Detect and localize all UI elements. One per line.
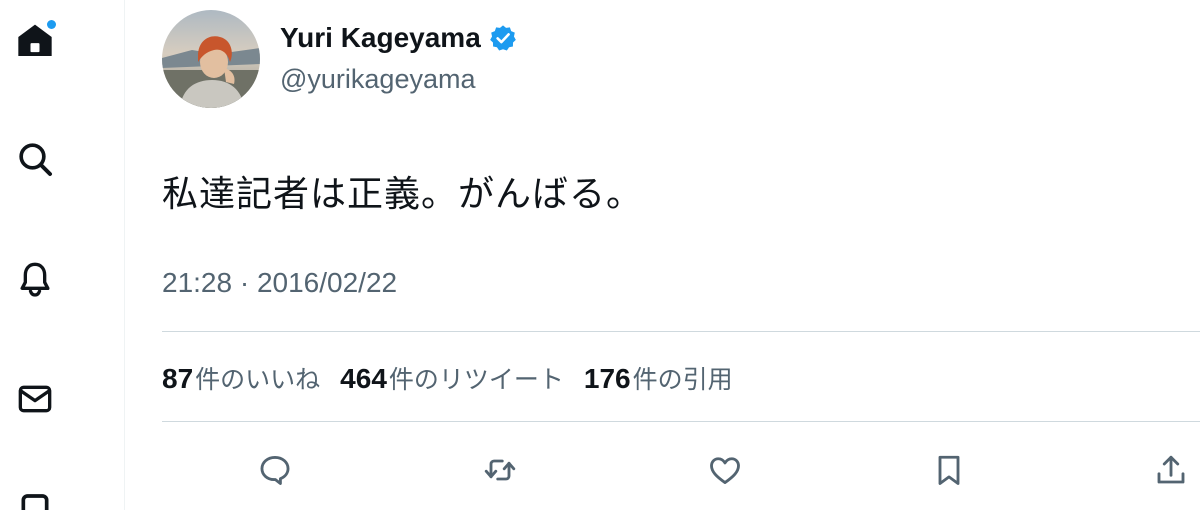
share-icon	[1157, 455, 1185, 484]
search-icon	[19, 143, 52, 176]
share-button[interactable]	[1147, 446, 1195, 494]
like-icon	[710, 457, 740, 485]
like-button[interactable]	[701, 446, 749, 494]
bookmark-icon	[938, 455, 960, 485]
bookmark-icon	[21, 494, 49, 510]
retweets-label: 件のリツイート	[388, 365, 564, 394]
bell-icon	[20, 262, 50, 297]
reply-button[interactable]	[251, 446, 299, 494]
divider	[162, 421, 1200, 422]
engagement-stats: 87 件のいいね 464 件のリツイート 176 件の引用	[162, 360, 753, 396]
reply-icon	[260, 455, 290, 485]
retweet-button[interactable]	[476, 446, 524, 494]
side-nav	[0, 0, 125, 510]
likes-count: 87	[162, 363, 194, 394]
quotes-count: 176	[583, 363, 631, 394]
tweet-detail: Yuri Kageyama @yurikageyama 私達記者は正義。がんばる…	[125, 0, 1200, 510]
tweet-actions	[125, 440, 1200, 500]
author-handle[interactable]: @yurikageyama	[280, 64, 476, 95]
likes-stat[interactable]: 87 件のいいね	[162, 360, 320, 396]
retweets-stat[interactable]: 464 件のリツイート	[340, 360, 564, 396]
avatar[interactable]	[162, 10, 260, 108]
tweet-timestamp[interactable]: 21:28 · 2016/02/22	[162, 267, 397, 299]
likes-label: 件のいいね	[195, 365, 321, 394]
avatar-image	[162, 10, 260, 108]
author-display-name[interactable]: Yuri Kageyama	[280, 22, 481, 54]
bookmark-button[interactable]	[925, 446, 973, 494]
nav-notifications[interactable]	[12, 256, 58, 302]
retweets-count: 464	[340, 363, 387, 394]
verified-badge-icon	[489, 25, 516, 51]
divider	[162, 331, 1200, 332]
mail-icon	[18, 385, 52, 413]
author-name-row: Yuri Kageyama	[280, 22, 517, 54]
notification-dot	[47, 20, 56, 29]
quotes-label: 件の引用	[632, 365, 733, 394]
nav-messages[interactable]	[12, 376, 58, 422]
quotes-stat[interactable]: 176 件の引用	[584, 360, 733, 396]
app-window: Yuri Kageyama @yurikageyama 私達記者は正義。がんばる…	[0, 0, 1200, 510]
nav-more[interactable]	[12, 488, 58, 510]
nav-home[interactable]	[12, 18, 58, 64]
tweet-text: 私達記者は正義。がんばる。	[162, 174, 644, 215]
retweet-icon	[484, 459, 516, 481]
nav-explore[interactable]	[12, 136, 58, 182]
